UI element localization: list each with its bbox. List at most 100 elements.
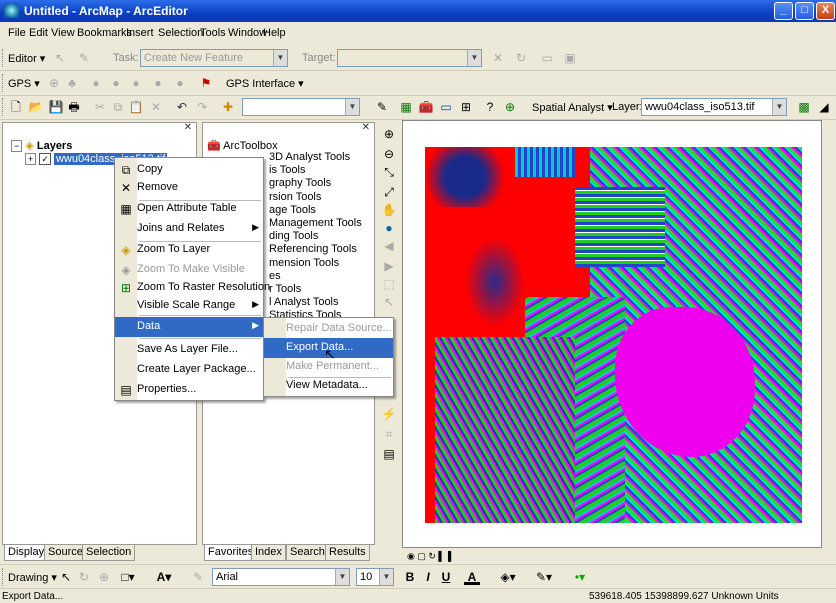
sketch-properties-icon[interactable]: ▣ <box>562 50 578 66</box>
whats-this-icon[interactable]: ? <box>482 99 498 115</box>
menu-insert[interactable]: Insert <box>126 27 154 39</box>
layer-visibility-checkbox[interactable]: ✓ <box>39 153 51 165</box>
maximize-button[interactable]: □ <box>795 2 814 20</box>
histogram-icon[interactable]: ◢ <box>816 99 832 115</box>
font-size-combo[interactable]: 10 ▼ <box>356 568 394 586</box>
toolbox-item[interactable]: is Tools <box>269 164 362 177</box>
rectangle-icon[interactable]: □▾ <box>120 569 136 585</box>
select-features-icon[interactable]: ⬚ <box>381 276 397 292</box>
edit-tool-icon[interactable]: ↖ <box>52 50 68 66</box>
gps-icon-2[interactable]: ● <box>108 75 124 91</box>
add-data-icon[interactable]: ✚ <box>220 99 236 115</box>
menu-item-save-as-layer-file[interactable]: Save As Layer File... <box>115 340 263 360</box>
menu-selection[interactable]: Selection <box>158 27 203 39</box>
paste-icon[interactable]: 📋 <box>128 99 144 115</box>
cut-icon[interactable]: ✂ <box>92 99 108 115</box>
save-icon[interactable]: 💾 <box>48 99 64 115</box>
toc-close-icon[interactable]: ✕ <box>184 122 192 133</box>
tab-index[interactable]: Index <box>251 545 286 561</box>
lightning-icon[interactable]: ⚡ <box>381 406 397 422</box>
tab-results[interactable]: Results <box>325 545 370 561</box>
editor-menu-button[interactable]: Editor ▾ <box>8 52 45 65</box>
fixed-zoom-out-icon[interactable]: ⤢ <box>381 184 397 200</box>
menu-item-open-attribute-table[interactable]: ▦ Open Attribute Table <box>115 199 263 219</box>
arctoolbox-icon[interactable]: 🧰 <box>418 99 434 115</box>
command-line-icon[interactable]: ▭ <box>438 99 454 115</box>
split-tool-icon[interactable]: ✕ <box>490 50 506 66</box>
font-name-combo[interactable]: Arial ▼ <box>212 568 350 586</box>
underline-button[interactable]: U <box>438 569 454 585</box>
menu-item-zoom-to-raster-resolution[interactable]: ⊞ Zoom To Raster Resolution <box>115 278 270 298</box>
menu-view[interactable]: View <box>51 27 75 39</box>
close-button[interactable]: X <box>816 2 835 20</box>
toolbox-item[interactable]: age Tools <box>269 204 362 217</box>
menu-item-remove[interactable]: ✕ Remove <box>115 178 263 198</box>
marker-color-icon[interactable]: •▾ <box>572 569 588 585</box>
toolbox-item[interactable]: Management Tools <box>269 217 362 230</box>
select-elements-icon[interactable]: ↖ <box>381 294 397 310</box>
menu-item-create-layer-package[interactable]: Create Layer Package... <box>115 360 263 380</box>
layer-combo[interactable]: wwu04class_iso513.tif ▼ <box>641 98 787 116</box>
toolbar-grip[interactable] <box>2 98 5 116</box>
menu-file[interactable]: File <box>8 27 26 39</box>
rotate-icon[interactable]: ↻ <box>76 569 92 585</box>
select-elements-icon[interactable]: ↖ <box>58 569 74 585</box>
italic-button[interactable]: I <box>420 569 436 585</box>
zoom-out-icon[interactable]: ⊖ <box>381 146 397 162</box>
redo-icon[interactable]: ↷ <box>194 99 210 115</box>
menu-tools[interactable]: Tools <box>200 27 226 39</box>
menu-item-properties[interactable]: ▤ Properties... <box>115 380 263 400</box>
gps-menu-button[interactable]: GPS ▾ <box>8 77 40 90</box>
copy-icon[interactable]: ⧉ <box>110 99 126 115</box>
open-folder-icon[interactable]: 📂 <box>28 99 44 115</box>
forward-extent-icon[interactable]: ▶ <box>381 258 397 274</box>
collapse-icon[interactable]: − <box>11 140 23 152</box>
text-tool-icon[interactable]: A▾ <box>156 569 172 585</box>
toc-root-row[interactable]: − ◈ Layers <box>11 139 72 152</box>
html-popup-icon[interactable]: ▤ <box>381 446 397 462</box>
toolbox-item[interactable]: l Analyst Tools <box>269 296 362 309</box>
tab-selection[interactable]: Selection <box>82 545 136 561</box>
rotate-tool-icon[interactable]: ↻ <box>513 50 529 66</box>
editor-toolbar-icon[interactable]: ✎ <box>374 99 390 115</box>
undo-icon[interactable]: ↶ <box>174 99 190 115</box>
delete-icon[interactable]: ✕ <box>148 99 164 115</box>
toolbox-item[interactable]: es <box>269 270 362 283</box>
menu-item-visible-scale-range[interactable]: Visible Scale Range ▶ <box>115 296 263 316</box>
toolbar-grip[interactable] <box>2 568 5 586</box>
menu-bookmarks[interactable]: Bookmarks <box>77 27 132 39</box>
gps-icon-5[interactable]: ● <box>172 75 188 91</box>
gps-route-icon[interactable]: ♣ <box>64 75 80 91</box>
task-combo[interactable]: Create New Feature ▼ <box>140 49 288 67</box>
toolbox-item[interactable]: rsion Tools <box>269 191 362 204</box>
sketch-tool-icon[interactable]: ✎ <box>76 50 92 66</box>
tab-source[interactable]: Source <box>44 545 87 561</box>
gps-interface-menu[interactable]: GPS Interface ▾ <box>226 77 304 90</box>
menu-item-data[interactable]: Data ▶ <box>115 317 263 337</box>
new-document-icon[interactable]: 🗋 <box>8 99 24 115</box>
flag-icon[interactable]: ⚑ <box>198 75 214 91</box>
fill-color-icon[interactable]: ◈▾ <box>500 569 516 585</box>
target-combo[interactable]: ▼ <box>337 49 482 67</box>
menu-edit[interactable]: Edit <box>29 27 48 39</box>
menu-window[interactable]: Window <box>228 27 267 39</box>
arccatalog-icon[interactable]: ▦ <box>398 99 414 115</box>
tab-display[interactable]: Display <box>4 545 49 561</box>
edit-vertices-icon[interactable]: ✎ <box>190 569 206 585</box>
drawing-menu-button[interactable]: Drawing ▾ <box>8 571 57 584</box>
add-icon[interactable]: ⊕ <box>502 99 518 115</box>
zoom-whole-page-icon[interactable]: ⊕ <box>96 569 112 585</box>
map-scale-combo[interactable]: ▼ <box>242 98 360 116</box>
toolbox-item[interactable]: 3D Analyst Tools <box>269 151 362 164</box>
toolbox-item[interactable]: ding Tools <box>269 230 362 243</box>
font-color-icon[interactable]: A <box>464 569 480 585</box>
full-extent-globe-icon[interactable]: ● <box>381 220 397 236</box>
tab-favorites[interactable]: Favorites <box>204 545 258 561</box>
menu-item-copy[interactable]: ⧉ Copy <box>115 160 263 180</box>
arctoolbox-root-row[interactable]: 🧰 ArcToolbox <box>207 139 278 152</box>
expand-icon[interactable]: + <box>25 153 37 165</box>
model-builder-icon[interactable]: ⊞ <box>458 99 474 115</box>
toolbox-item[interactable]: graphy Tools <box>269 177 362 190</box>
spatial-analyst-tool-icon[interactable]: ▩ <box>796 99 812 115</box>
toolbar-grip[interactable] <box>2 74 5 92</box>
